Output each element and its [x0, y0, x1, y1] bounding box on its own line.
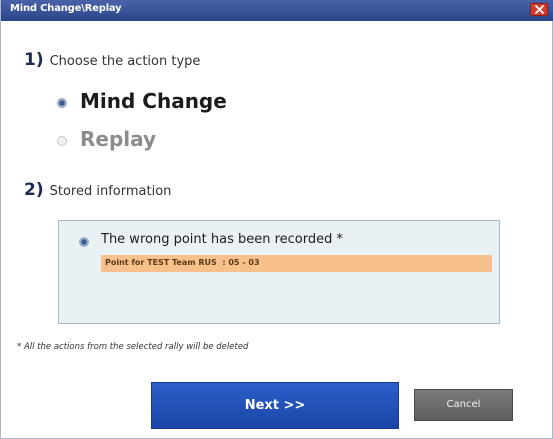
mind-change-replay-dialog: Mind Change\Replay 1) Choose the action t… — [0, 0, 553, 439]
close-icon — [535, 5, 544, 14]
step-2-heading: 2) Stored information — [24, 180, 171, 200]
step-1-heading: 1) Choose the action type — [24, 50, 200, 70]
step-2-number: 2) — [24, 180, 44, 200]
window-title: Mind Change\Replay — [10, 3, 122, 14]
cancel-button[interactable]: Cancel — [414, 389, 513, 421]
replay-radio[interactable] — [57, 136, 67, 146]
step-2-label: Stored information — [49, 184, 172, 199]
mind-change-option-label[interactable]: Mind Change — [80, 89, 227, 113]
deletion-footnote: * All the actions from the selected rall… — [17, 342, 249, 352]
close-button[interactable] — [530, 3, 548, 16]
stored-entry-radio[interactable] — [79, 237, 89, 247]
stored-entry-label[interactable]: The wrong point has been recorded * — [101, 232, 343, 247]
titlebar: Mind Change\Replay — [1, 0, 553, 21]
mind-change-radio[interactable] — [57, 98, 67, 108]
stored-info-panel: The wrong point has been recorded * Poin… — [58, 220, 500, 324]
next-button[interactable]: Next >> — [151, 382, 399, 429]
step-1-label: Choose the action type — [49, 54, 201, 69]
step-1-number: 1) — [24, 50, 44, 70]
point-record-bar: Point for TEST Team RUS : 05 - 03 — [101, 255, 492, 272]
point-record-text: Point for TEST Team RUS : 05 - 03 — [105, 258, 260, 267]
replay-option-label[interactable]: Replay — [80, 127, 156, 151]
